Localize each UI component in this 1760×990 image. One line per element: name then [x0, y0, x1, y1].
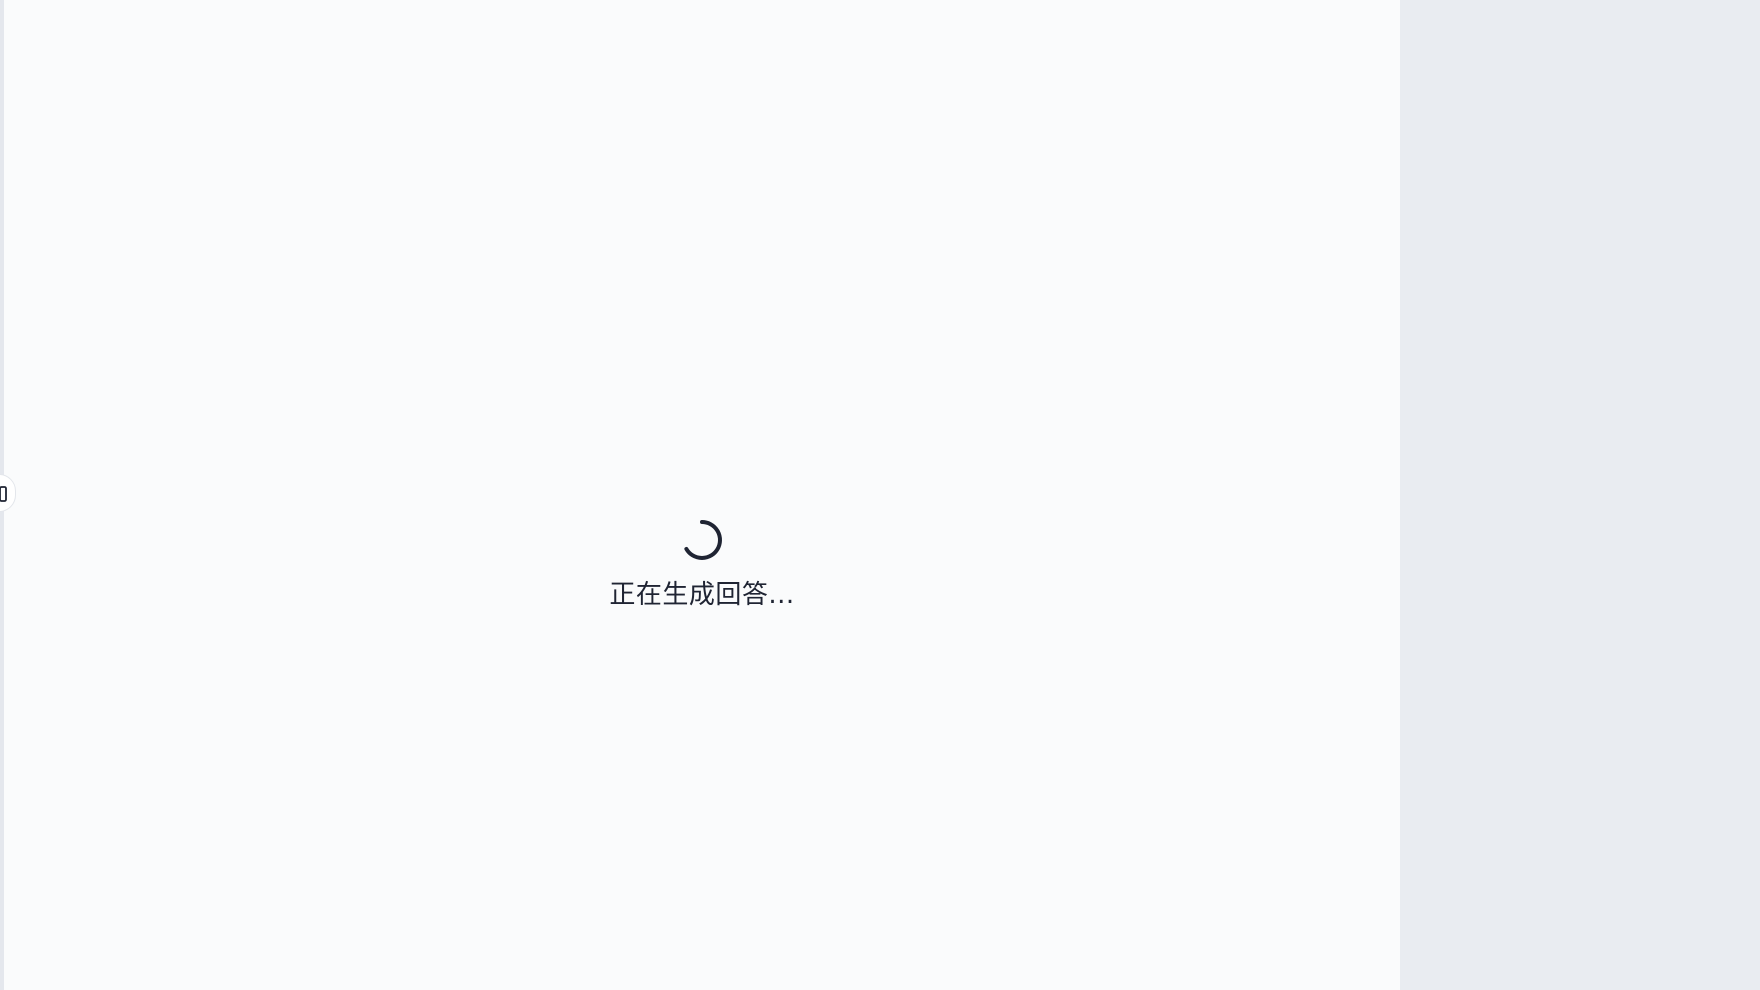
right-side-panel [1400, 0, 1760, 990]
sidebar-collapse-icon [0, 486, 7, 502]
loading-status-text: 正在生成回答... [609, 580, 795, 610]
chat-main-panel: 正在生成回答... [4, 0, 1400, 990]
loading-spinner-icon [684, 520, 722, 560]
loading-indicator: 正在生成回答... [4, 518, 1400, 611]
